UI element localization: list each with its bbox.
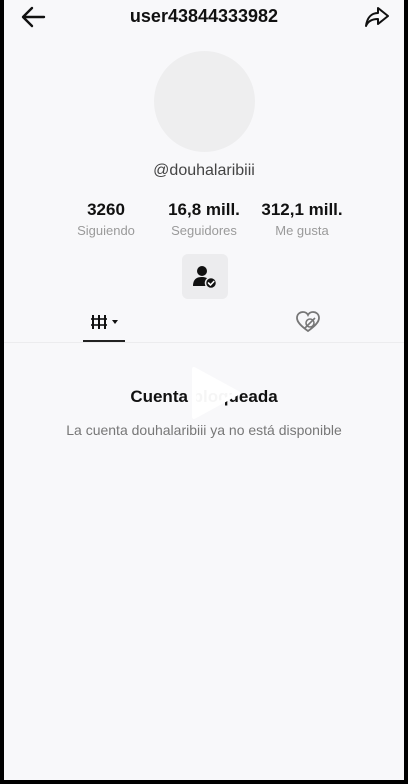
following-status-button[interactable] xyxy=(182,254,228,299)
stat-likes-label: Me gusta xyxy=(275,223,329,238)
person-check-icon xyxy=(193,266,218,290)
tab-liked[interactable] xyxy=(294,308,322,336)
stat-following[interactable]: 3260 Siguiendo xyxy=(51,200,161,242)
stat-likes[interactable]: 312,1 mill. Me gusta xyxy=(247,200,357,242)
profile-handle: @douhalaribiii xyxy=(153,162,255,179)
play-icon[interactable] xyxy=(188,365,242,421)
tabs-divider xyxy=(4,342,404,343)
page-title: user43844333982 xyxy=(129,6,279,26)
stat-followers[interactable]: 16,8 mill. Seguidores xyxy=(149,200,259,242)
stat-followers-value: 16,8 mill. xyxy=(168,200,240,219)
stat-likes-value: 312,1 mill. xyxy=(261,200,343,219)
blocked-account-message: La cuenta douhalaribiii ya no está dispo… xyxy=(66,422,342,438)
stat-following-label: Siguiendo xyxy=(77,223,135,238)
avatar[interactable] xyxy=(154,51,255,152)
top-bar: user43844333982 xyxy=(4,0,404,34)
stat-following-value: 3260 xyxy=(87,200,125,219)
grid-bars-icon xyxy=(91,315,118,329)
profile-screen: user43844333982 @douhalaribiii 3260 Sigu… xyxy=(4,0,404,780)
stat-followers-label: Seguidores xyxy=(171,223,237,238)
hidden-heart-icon xyxy=(296,311,320,333)
share-button[interactable] xyxy=(364,5,390,29)
tab-videos[interactable] xyxy=(83,308,125,342)
share-arrow-icon xyxy=(365,7,389,27)
